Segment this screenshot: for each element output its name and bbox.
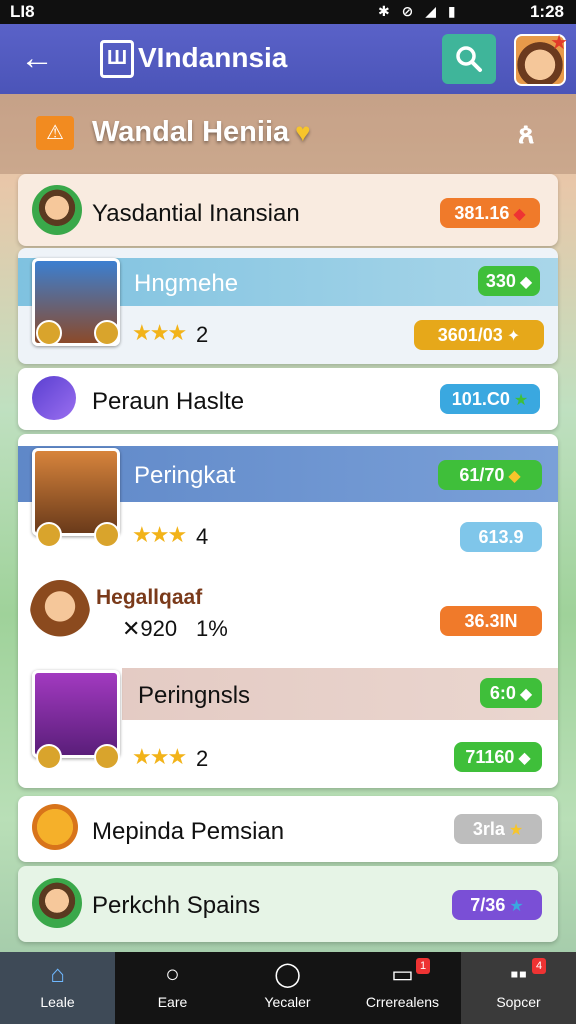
status-left: LI8 xyxy=(10,2,35,21)
section-title: Wandal Heniia ♥ xyxy=(92,116,311,148)
secondary-badge: 3601/03 ✦ xyxy=(414,320,544,350)
score-badge: 7/36 ★ xyxy=(452,890,542,920)
status-bar: LI8 ✱ ⊘ ◢ ▮ 1:28 xyxy=(0,0,576,24)
avatar xyxy=(32,878,82,928)
score-badge: 61/70 ◆ xyxy=(438,460,542,490)
rating-stars: ★★★ xyxy=(132,744,187,769)
list-item[interactable]: Yasdantial Inansian 381.16 ◆ xyxy=(18,174,558,246)
row-label: Peraun Haslte xyxy=(92,388,245,415)
star-icon: ★ xyxy=(550,32,568,54)
rating-stars: ★★★ xyxy=(132,522,187,547)
row-subtext: ✕920 xyxy=(122,616,178,641)
status-icons: ✱ ⊘ ◢ ▮ xyxy=(378,3,460,19)
search-icon: ○ xyxy=(165,961,180,988)
app-bar: ← Ш VIndannsia ★ xyxy=(0,24,576,94)
score-badge: 36.3IN xyxy=(440,606,542,636)
row-percent: 1% xyxy=(196,616,228,641)
list-item[interactable]: Mepinda Pemsian 3rla ★ xyxy=(18,796,558,862)
back-icon[interactable]: ← xyxy=(20,38,54,78)
notification-badge: 1 xyxy=(416,958,430,974)
score-badge: 6:0 ◆ xyxy=(480,678,542,708)
search-button[interactable] xyxy=(442,34,496,84)
badge-icon xyxy=(32,376,76,420)
row-label: Hngmehe xyxy=(134,270,239,297)
row-label: Mepinda Pemsian xyxy=(92,818,285,845)
coin-icon xyxy=(36,320,62,346)
score-badge: 330 ◆ xyxy=(478,266,540,296)
chat-icon: ◯ xyxy=(274,961,301,988)
row-label: Hegallqaaf xyxy=(96,586,203,609)
profile-avatar[interactable]: ★ xyxy=(514,32,568,86)
app-title: VIndannsia xyxy=(138,42,288,73)
coin-icon xyxy=(32,804,78,850)
coin-icon xyxy=(94,744,120,770)
avatar xyxy=(32,185,82,235)
rating-count: 2 xyxy=(196,322,209,347)
list-item[interactable]: Perkchh Spains 7/36 ★ xyxy=(18,866,558,942)
secondary-badge: 71160 ◆ xyxy=(454,742,542,772)
secondary-badge: 613.9 xyxy=(460,522,542,552)
score-badge: 381.16 ◆ xyxy=(440,198,540,228)
heart-icon: ♥ xyxy=(295,117,311,147)
row-label: Perkchh Spains xyxy=(92,892,261,919)
coin-icon xyxy=(36,744,62,770)
status-time: 1:28 xyxy=(529,2,564,21)
bottom-nav: ⌂ Leale ○ Eare ◯ Yecaler ▭ 1 Crrerealens… xyxy=(0,952,576,1024)
grouped-card: Peringkat 61/70 ◆ ★★★ 4 613.9 Hegallqaaf … xyxy=(18,434,558,788)
user-icon[interactable]: ጰ xyxy=(518,118,535,151)
message-icon: ▭ xyxy=(391,961,414,988)
notification-badge: 4 xyxy=(532,958,546,974)
controller-icon: ▪▪ xyxy=(509,961,527,988)
warning-icon: ⚠ xyxy=(36,116,74,150)
row-label: Yasdantial Inansian xyxy=(92,200,300,227)
home-icon: ⌂ xyxy=(50,961,65,988)
nav-home[interactable]: ⌂ Leale xyxy=(0,952,115,1024)
list-item[interactable]: Hngmehe 330 ◆ ★★★ 2 3601/03 ✦ xyxy=(18,248,558,364)
score-badge: 101.C0 ★ xyxy=(440,384,540,414)
rating-count: 4 xyxy=(196,524,209,549)
list-item[interactable]: Peraun Haslte 101.C0 ★ xyxy=(18,368,558,430)
coin-icon xyxy=(36,522,62,548)
row-label: Peringnsls xyxy=(138,682,251,709)
app-logo-icon: Ш xyxy=(100,40,134,78)
row-label: Peringkat xyxy=(134,462,236,489)
nav-chat[interactable]: ◯ Yecaler xyxy=(230,952,345,1024)
coin-icon xyxy=(94,522,120,548)
rating-stars: ★★★ xyxy=(132,320,187,345)
nav-controller[interactable]: ▪▪ 4 Sopcer xyxy=(461,952,576,1024)
score-badge: 3rla ★ xyxy=(454,814,542,844)
search-icon xyxy=(456,46,482,72)
nav-messages[interactable]: ▭ 1 Crrerealens xyxy=(345,952,460,1024)
coin-icon xyxy=(94,320,120,346)
nav-search[interactable]: ○ Eare xyxy=(115,952,230,1024)
rating-count: 2 xyxy=(196,746,209,771)
character-icon xyxy=(30,580,90,646)
